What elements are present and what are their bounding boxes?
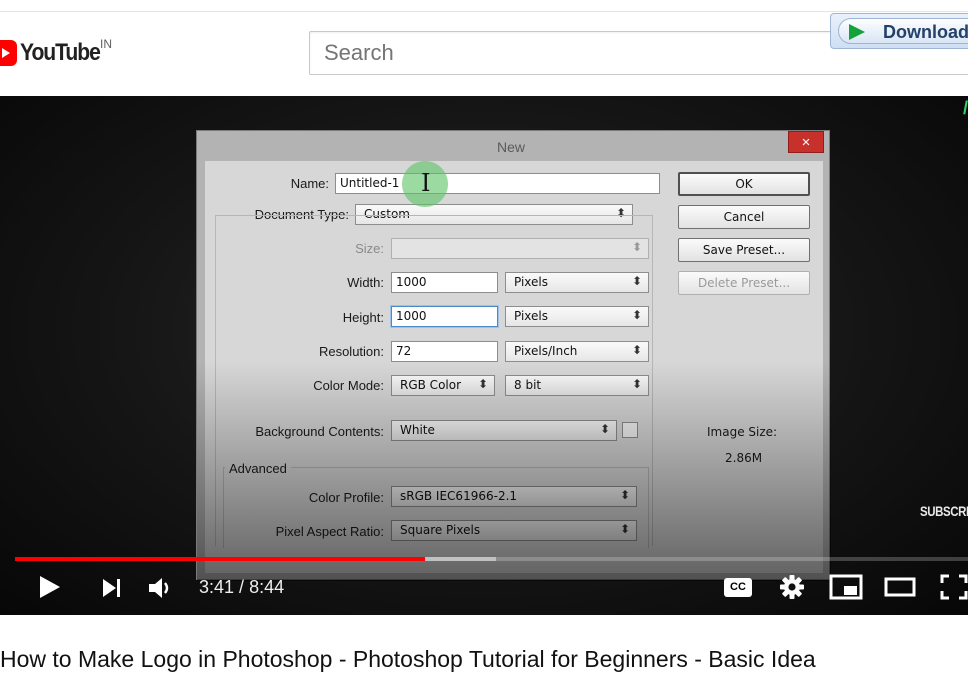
resolution-unit-value: Pixels/Inch [514, 344, 578, 358]
name-field[interactable]: Untitled-1 [335, 173, 660, 194]
width-unit-value: Pixels [514, 275, 549, 289]
video-title[interactable]: How to Make Logo in Photoshop - Photosho… [0, 646, 816, 673]
size-select: ⬍ [391, 238, 649, 259]
select-arrows-icon: ⬍ [631, 240, 642, 254]
select-arrows-icon: ⬍ [631, 308, 642, 322]
color-profile-select[interactable]: sRGB IEC61966-2.1 ⬍ [391, 486, 637, 507]
height-unit-select[interactable]: Pixels ⬍ [505, 306, 649, 327]
youtube-logo[interactable]: YouTube [0, 38, 111, 68]
settings-icon[interactable] [779, 574, 805, 600]
background-contents-label: Background Contents: [255, 424, 384, 439]
color-mode-value: RGB Color [400, 378, 462, 392]
width-field[interactable]: 1000 [391, 272, 498, 293]
save-preset-button[interactable]: Save Preset... [678, 238, 810, 262]
volume-icon[interactable] [148, 576, 174, 600]
resolution-unit-select[interactable]: Pixels/Inch ⬍ [505, 341, 649, 362]
delete-preset-button: Delete Preset... [678, 271, 810, 295]
select-arrows-icon: ⬍ [619, 488, 630, 502]
top-divider [0, 11, 968, 12]
miniplayer-icon[interactable] [829, 574, 863, 600]
duration: 8:44 [249, 577, 285, 597]
video-player[interactable]: / New × Name: Untitled-1 Document Type: … [0, 96, 968, 615]
progress-bar[interactable] [15, 557, 968, 561]
fullscreen-icon[interactable] [940, 574, 968, 600]
ok-button[interactable]: OK [678, 172, 810, 196]
subscribe-watermark[interactable]: SUBSCRI [920, 503, 968, 519]
captions-icon[interactable]: CC [724, 578, 752, 597]
text-cursor-icon: I [421, 169, 431, 197]
height-field[interactable]: 1000 [391, 306, 498, 327]
select-arrows-icon: ⬍ [477, 377, 488, 391]
select-arrows-icon: ⬍ [631, 377, 642, 391]
color-profile-value: sRGB IEC61966-2.1 [400, 489, 518, 503]
dialog-body: Name: Untitled-1 Document Type: Custom ⬍ … [205, 161, 823, 573]
time-separator: / [234, 577, 250, 597]
bit-depth-value: 8 bit [514, 378, 542, 392]
select-arrows-icon: ⬍ [619, 522, 630, 536]
theater-icon[interactable] [884, 576, 916, 598]
youtube-wordmark: YouTube [20, 39, 101, 66]
download-button-inner: Download [838, 18, 968, 44]
height-label: Height: [342, 310, 384, 325]
select-arrows-icon: ⬍ [631, 343, 642, 357]
name-label: Name: [290, 176, 329, 191]
select-arrows-icon: ⬍ [631, 274, 642, 288]
color-mode-label: Color Mode: [313, 378, 384, 393]
time-display: 3:41 / 8:44 [199, 577, 284, 598]
corner-watermark: / [962, 98, 968, 118]
image-size-value: 2.86M [725, 451, 763, 465]
dialog-close-button[interactable]: × [788, 131, 824, 153]
country-code: IN [100, 37, 112, 51]
color-profile-label: Color Profile: [308, 490, 384, 505]
photoshop-new-dialog: New × Name: Untitled-1 Document Type: Cu… [196, 130, 831, 581]
captions-label: CC [730, 581, 746, 593]
progress-played [15, 557, 425, 561]
next-icon[interactable] [102, 577, 122, 599]
height-unit-value: Pixels [514, 309, 549, 323]
close-icon: × [801, 134, 811, 151]
background-color-swatch[interactable] [622, 422, 638, 438]
pixel-aspect-ratio-select[interactable]: Square Pixels ⬍ [391, 520, 637, 541]
resolution-label: Resolution: [318, 344, 384, 359]
play-icon[interactable] [40, 576, 60, 598]
pixel-aspect-ratio-value: Square Pixels [400, 523, 481, 537]
player-controls: 3:41 / 8:44 CC [0, 566, 968, 611]
color-mode-select[interactable]: RGB Color ⬍ [391, 375, 495, 396]
resolution-field[interactable]: 72 [391, 341, 498, 362]
background-contents-select[interactable]: White ⬍ [391, 420, 617, 441]
width-label: Width: [347, 275, 384, 290]
width-unit-select[interactable]: Pixels ⬍ [505, 272, 649, 293]
cancel-button[interactable]: Cancel [678, 205, 810, 229]
youtube-play-icon [0, 40, 17, 66]
advanced-label: Advanced [225, 461, 291, 476]
download-label: Download [883, 22, 968, 42]
bit-depth-select[interactable]: 8 bit ⬍ [505, 375, 649, 396]
image-size-label: Image Size: [707, 425, 778, 439]
background-contents-value: White [400, 423, 435, 437]
download-button[interactable]: Download [830, 13, 968, 49]
size-label: Size: [355, 241, 384, 256]
dialog-title: New [497, 139, 526, 155]
pixel-aspect-ratio-label: Pixel Aspect Ratio: [275, 524, 384, 539]
current-time: 3:41 [199, 577, 235, 597]
download-arrow-icon [849, 24, 865, 40]
dialog-titlebar: New × [197, 131, 829, 161]
select-arrows-icon: ⬍ [599, 422, 610, 436]
